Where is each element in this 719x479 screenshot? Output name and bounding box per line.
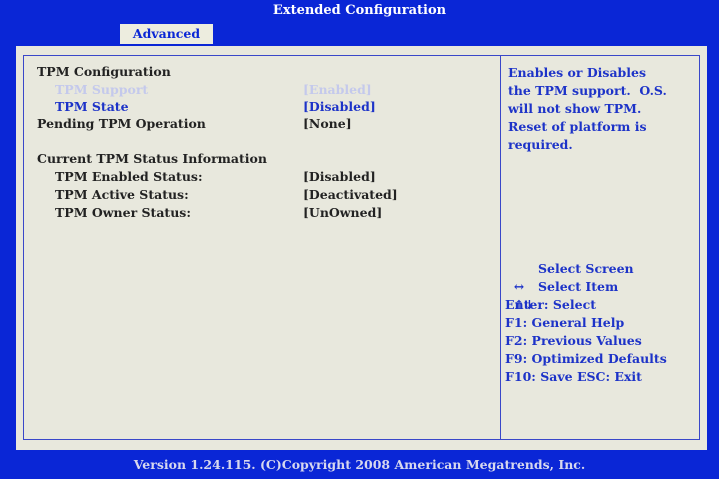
version-footer: Version 1.24.115. (C)Copyright 2008 Amer…: [0, 450, 719, 479]
help-line: Reset of platform is: [508, 119, 647, 134]
tpm-state-value[interactable]: [Disabled]: [303, 98, 376, 115]
tab-advanced[interactable]: Advanced: [120, 24, 213, 44]
tpm-active-status-label: TPM Active Status:: [55, 187, 189, 202]
tpm-state-label[interactable]: TPM State: [55, 98, 129, 115]
help-line: Enables or Disables: [508, 65, 647, 80]
key-f10: F10:: [505, 369, 536, 384]
tpm-owner-status-label: TPM Owner Status:: [55, 205, 191, 220]
pending-tpm-operation-label[interactable]: Pending TPM Operation: [37, 115, 206, 132]
section-title-status-information: Current TPM Status Information: [37, 151, 267, 166]
tab-strip: Advanced: [0, 22, 719, 46]
help-line: the TPM support. O.S.: [508, 83, 667, 98]
key-select-screen-desc: Select Screen: [538, 261, 634, 276]
section-title-tpm-configuration: TPM Configuration: [37, 64, 171, 79]
key-enter: Enter:: [505, 297, 549, 312]
key-f10-desc: Save ESC: Exit: [540, 369, 642, 384]
key-f2-desc: Previous Values: [531, 333, 642, 348]
window-title: Extended Configuration: [0, 0, 719, 22]
tpm-owner-status-value: [UnOwned]: [303, 205, 383, 220]
key-f9-row: F9: Optimized Defaults: [505, 350, 667, 368]
tpm-support-label[interactable]: TPM Support: [55, 81, 148, 98]
tpm-support-value[interactable]: [Enabled]: [303, 81, 372, 98]
key-f10-row: F10: Save ESC: Exit: [505, 368, 642, 386]
pending-tpm-operation-value[interactable]: [None]: [303, 115, 352, 132]
tpm-active-status-value: [Deactivated]: [303, 187, 398, 202]
tpm-enabled-status-label: TPM Enabled Status:: [55, 169, 203, 184]
key-enter-desc: Select: [552, 297, 596, 312]
tpm-enabled-status-value: [Disabled]: [303, 169, 376, 184]
key-f1: F1:: [505, 315, 528, 330]
help-line: will not show TPM.: [508, 101, 642, 116]
key-select-item-desc: Select Item: [538, 279, 619, 294]
key-f2: F2:: [505, 333, 528, 348]
key-f9-desc: Optimized Defaults: [531, 351, 667, 366]
key-f9: F9:: [505, 351, 528, 366]
help-line: required.: [508, 137, 573, 152]
key-f1-desc: General Help: [531, 315, 625, 330]
key-enter-row: Enter: Select: [505, 296, 596, 314]
key-f1-row: F1: General Help: [505, 314, 624, 332]
key-f2-row: F2: Previous Values: [505, 332, 642, 350]
